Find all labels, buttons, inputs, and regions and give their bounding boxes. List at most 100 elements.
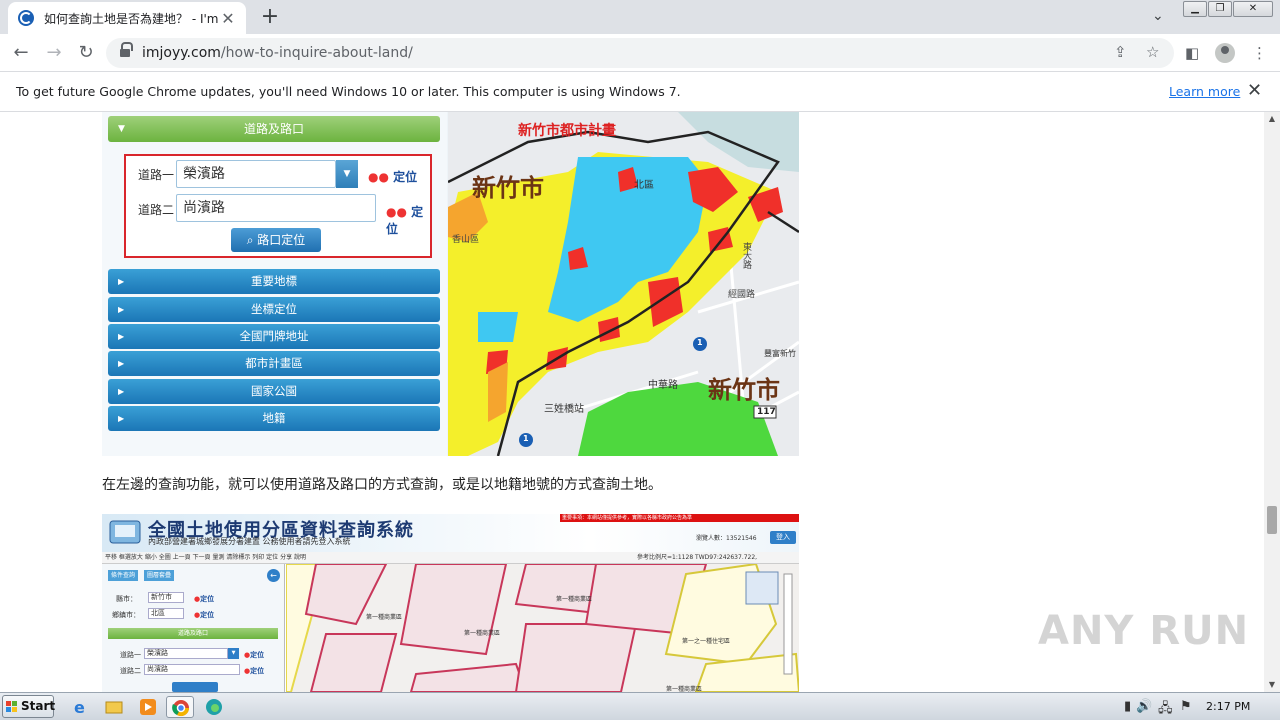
road1-label: 道路一	[138, 168, 175, 182]
road2-select: 尚濱路	[176, 194, 376, 222]
mini-road2-label: 道路二	[120, 667, 141, 675]
tab-title: 如何查詢土地是否為建地？ - I'm Joy	[44, 11, 220, 26]
road1-dropdown-icon: ▼	[336, 160, 358, 188]
visitor-count: 瀏覽人數：13521546	[696, 535, 757, 542]
close-window-button[interactable]: ✕	[1233, 1, 1273, 17]
lock-icon[interactable]	[120, 42, 133, 58]
map-toolbar: 平移 框選放大 縮小 全圖 上一頁 下一頁 量測 清除標示 列印 定位 分享 說…	[102, 552, 799, 573]
start-button[interactable]: Start	[2, 695, 55, 718]
mini-road1-locate: ●定位	[244, 651, 265, 659]
back-arrow-icon[interactable]: ←	[10, 42, 32, 64]
chrome-taskbar-icon[interactable]	[166, 696, 194, 718]
windows-taskbar: Start e ▮ 🔊 🖧 ⚑ 2:17 PM	[0, 692, 1280, 720]
explorer-taskbar-icon[interactable]	[100, 696, 128, 718]
zone-label-3: 第一之一種住宅區	[682, 638, 731, 645]
map-label-jinguo: 經國路	[728, 290, 756, 300]
parcel-map-graphic	[285, 562, 799, 692]
mini-locate-button	[172, 682, 218, 692]
url-text[interactable]: imjoyy.com/how-to-inquire-about-land/	[142, 45, 413, 61]
zoning-map: 新竹市都市計畫 新竹市 新竹市 北區 香山區 東大路 經國路 中華路 三姓橋站 …	[447, 112, 799, 456]
menu-item-cadastral: ▶ 地籍	[108, 406, 440, 431]
scrollbar-thumb[interactable]	[1267, 506, 1277, 534]
address-bar[interactable]: imjoyy.com/how-to-inquire-about-land/ ⇪ …	[106, 38, 1174, 68]
road2-label: 道路二	[138, 203, 175, 217]
mini-dropdown-icon: ▼	[228, 648, 239, 659]
district-select: 北區	[148, 608, 184, 619]
anyrun-watermark: ANY RUN	[1038, 608, 1250, 654]
edge-taskbar-icon[interactable]	[200, 696, 228, 718]
map-label-sanxing: 三姓橋站	[544, 404, 584, 415]
browser-tab[interactable]: 如何查詢土地是否為建地？ - I'm Joy ✕	[8, 2, 246, 34]
mini-road1-input: 榮濱路	[144, 648, 228, 659]
profile-avatar[interactable]	[1215, 43, 1235, 63]
infobar-close-icon[interactable]: ✕	[1247, 80, 1262, 101]
mini-road-query: 道路一 榮濱路 ▼ ●定位 道路二 尚濱路 ●定位	[110, 644, 278, 692]
road-intersection-header: ▼ 道路及路口	[108, 116, 440, 142]
map-label-zhonghua: 中華路	[648, 380, 678, 391]
county-label: 縣市：	[116, 595, 137, 603]
route-1-shield-b: 1	[523, 434, 529, 443]
map-label-east-street: 東大路	[741, 242, 751, 269]
county-select: 新竹市	[148, 592, 184, 603]
scroll-up-icon[interactable]: ▲	[1264, 112, 1280, 126]
route-1-shield-a: 1	[697, 338, 703, 347]
mini-road1-label: 道路一	[120, 651, 141, 659]
district-label: 鄉鎮市：	[112, 611, 140, 619]
bookmark-star-icon[interactable]: ☆	[1146, 43, 1159, 61]
query-panel: ▼ 道路及路口 道路一 榮濱路 ▼ ●● 定位 道路二 尚濱路 ●● 定位 ⌕ …	[102, 112, 447, 456]
district-locate: ●定位	[194, 611, 215, 619]
banner-notice: 重要事項：本網站僅提供參考，實際以各縣市政府公告為準	[560, 514, 799, 522]
road-query-highlight: 道路一 榮濱路 ▼ ●● 定位 道路二 尚濱路 ●● 定位 ⌕ 路口定位	[124, 154, 432, 258]
side-panel-icon[interactable]: ◧	[1185, 44, 1199, 62]
intersection-locate-button: ⌕ 路口定位	[231, 228, 321, 252]
share-icon[interactable]: ⇪	[1114, 43, 1127, 61]
map-label-city-2: 新竹市	[708, 376, 780, 404]
minimize-button[interactable]: ▁	[1183, 1, 1207, 17]
caret-down-icon: ▼	[118, 124, 125, 134]
page-scrollbar[interactable]: ▲ ▼	[1264, 112, 1280, 692]
taskbar-clock[interactable]: 2:17 PM	[1206, 700, 1250, 713]
mini-road2-select: 尚濱路	[144, 664, 240, 675]
mini-query-panel: 條件查詢 圖層套疊 ← 縣市： 新竹市 ●定位 鄉鎮市： 北區 ●定位 道路及路…	[102, 564, 285, 692]
browser-toolbar: ← → ↻ imjoyy.com/how-to-inquire-about-la…	[0, 34, 1280, 72]
svg-text:e: e	[74, 698, 85, 717]
route-117-shield: 117	[757, 407, 776, 417]
scroll-down-icon[interactable]: ▼	[1264, 678, 1280, 692]
road1-locate: ●● 定位	[368, 170, 418, 184]
land-query-screenshot-2: 全國土地使用分區資料查詢系統 內政部營建署城鄉發展分署建置 公務使用者請先登入系…	[102, 514, 799, 692]
site-favicon-icon	[18, 10, 34, 26]
map-label-north-district: 北區	[634, 180, 654, 191]
media-player-taskbar-icon[interactable]	[134, 696, 162, 718]
tab-strip: 如何查詢土地是否為建地？ - I'm Joy ✕ + ⌄ ▁ ❐ ✕	[0, 0, 1280, 34]
menu-kebab-icon[interactable]: ⋮	[1252, 44, 1267, 62]
map-label-fengyuan: 豐富新竹	[764, 349, 796, 358]
forward-arrow-icon[interactable]: →	[43, 42, 65, 64]
tab-search-chevron-icon[interactable]: ⌄	[1152, 8, 1164, 24]
tab-layer-overlay: 圖層套疊	[144, 570, 175, 581]
menu-item-landmarks: ▶ 重要地標	[108, 269, 440, 294]
article-paragraph: 在左邊的查詢功能，就可以使用道路及路口的方式查詢，或是以地籍地號的方式查詢土地。	[102, 477, 662, 493]
network-icon[interactable]: 🖧	[1158, 699, 1173, 721]
system-tray: ▮ 🔊 🖧 ⚑	[1120, 693, 1280, 721]
windows-flag-icon	[6, 701, 18, 713]
system-banner: 全國土地使用分區資料查詢系統 內政部營建署城鄉發展分署建置 公務使用者請先登入系…	[102, 514, 799, 552]
zone-label-1: 第一種商業區	[366, 614, 403, 621]
new-tab-button[interactable]: +	[258, 4, 282, 30]
county-locate: ●定位	[194, 595, 215, 603]
reload-icon[interactable]: ↻	[75, 42, 97, 64]
login-button: 登入	[770, 531, 796, 544]
menu-item-national-park: ▶ 國家公園	[108, 379, 440, 404]
menu-item-address: ▶ 全國門牌地址	[108, 324, 440, 349]
menu-item-urban-plan: ▶ 都市計畫區	[108, 351, 440, 376]
ie-taskbar-icon[interactable]: e	[66, 696, 94, 718]
system-logo-icon	[109, 520, 141, 544]
tray-separator-icon: ▮	[1124, 699, 1132, 714]
tab-close-icon[interactable]: ✕	[220, 9, 236, 28]
maximize-button[interactable]: ❐	[1208, 1, 1232, 17]
volume-icon[interactable]: 🔊	[1136, 699, 1152, 714]
action-center-flag-icon[interactable]: ⚑	[1180, 699, 1192, 714]
learn-more-link[interactable]: Learn more	[1169, 84, 1240, 99]
tab-condition-query: 條件查詢	[108, 570, 139, 581]
road1-input: 榮濱路	[176, 160, 336, 188]
land-query-screenshot-1: ▼ 道路及路口 道路一 榮濱路 ▼ ●● 定位 道路二 尚濱路 ●● 定位 ⌕ …	[102, 112, 799, 456]
